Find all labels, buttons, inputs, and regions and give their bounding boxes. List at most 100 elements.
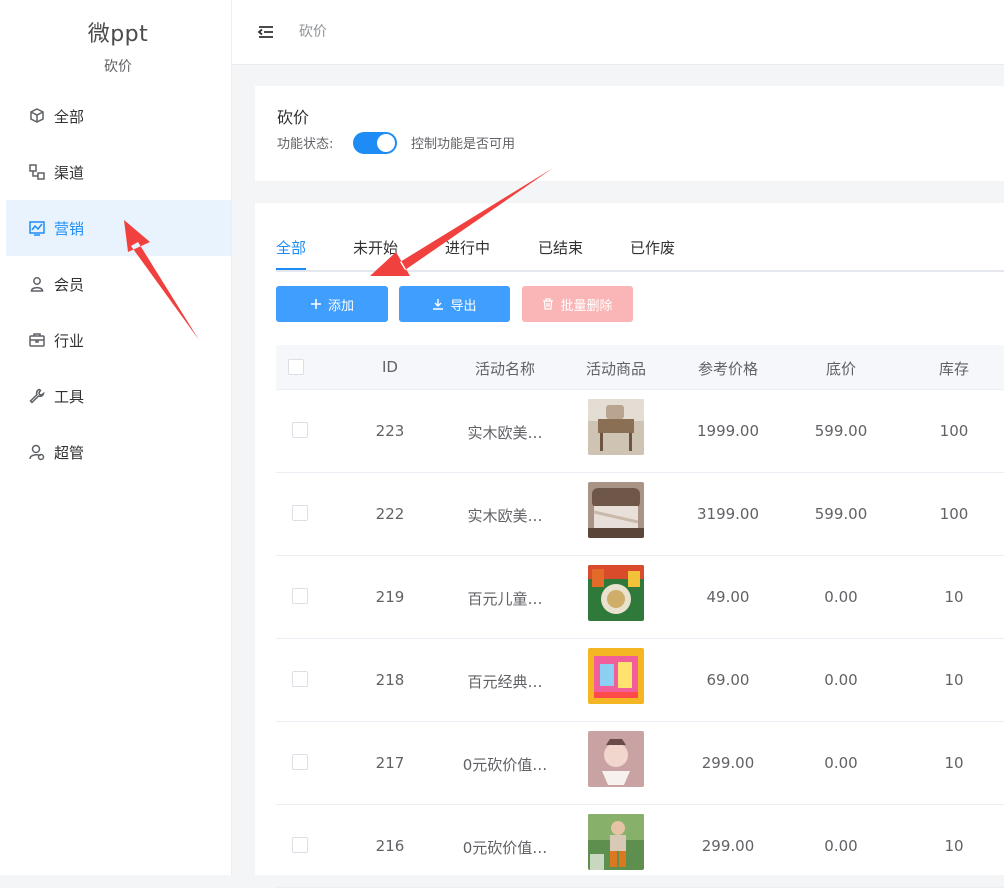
cell-activity-name: 实木欧美… [467, 507, 543, 525]
cell-stock: 100 [939, 505, 969, 523]
export-button-label: 导出 [450, 298, 477, 314]
cell-activity-name: 0元砍价值… [462, 839, 548, 857]
product-thumbnail[interactable] [588, 814, 644, 870]
add-button[interactable]: 添加 [276, 286, 388, 322]
user-icon [28, 275, 46, 293]
sidebar-item-industry[interactable]: 行业 [6, 312, 231, 368]
row-checkbox[interactable] [292, 505, 308, 521]
table-row: 223 实木欧美… 1999.00 599.00 100 [276, 390, 1004, 473]
product-thumbnail[interactable] [588, 399, 644, 455]
cell-stock: 10 [944, 754, 964, 772]
tab-not-started[interactable]: 未开始 [353, 237, 398, 268]
menu-fold-icon[interactable] [256, 22, 276, 42]
cell-floor-price: 599.00 [814, 422, 868, 440]
select-all-checkbox[interactable] [288, 359, 304, 375]
table-row: 219 百元儿童… 49.00 0.00 10 [276, 556, 1004, 639]
status-label: 功能状态: [277, 137, 334, 152]
sidebar-item-member[interactable]: 会员 [6, 256, 231, 312]
row-checkbox[interactable] [292, 837, 308, 853]
channel-icon [28, 163, 46, 181]
column-header-product: 活动商品 [585, 360, 646, 378]
column-header-stock: 库存 [938, 360, 969, 378]
top-header: 砍价 [232, 0, 1004, 65]
sidebar-item-label: 全部 [54, 107, 85, 126]
cell-reference-price: 3199.00 [696, 505, 760, 523]
sidebar-item-label: 行业 [54, 331, 85, 350]
status-card: 砍价 功能状态: 控制功能是否可用 [255, 86, 1004, 181]
column-header-price: 参考价格 [697, 360, 758, 378]
feature-toggle[interactable] [353, 132, 397, 154]
cell-reference-price: 299.00 [701, 837, 755, 855]
sidebar-nav: 全部 渠道 营销 会员 行业 工具 超管 [6, 88, 231, 480]
batch-delete-button[interactable]: 批量删除 [522, 286, 633, 322]
cell-activity-name: 实木欧美… [467, 424, 543, 442]
list-card: 全部 未开始 进行中 已结束 已作废 添加 导出 批量删除 ID 活动名称 活动… [255, 203, 1004, 888]
export-button[interactable]: 导出 [399, 286, 510, 322]
toggle-description: 控制功能是否可用 [411, 137, 516, 152]
product-thumbnail[interactable] [588, 482, 644, 538]
row-checkbox[interactable] [292, 754, 308, 770]
column-header-id: ID [382, 358, 398, 376]
cell-reference-price: 69.00 [706, 671, 750, 689]
tab-ended[interactable]: 已结束 [538, 237, 583, 268]
cell-floor-price: 599.00 [814, 505, 868, 523]
table-row: 216 0元砍价值… 299.00 0.00 10 [276, 805, 1004, 888]
plus-icon [310, 298, 322, 310]
row-checkbox[interactable] [292, 671, 308, 687]
cell-id: 219 [375, 588, 405, 606]
product-thumbnail[interactable] [588, 648, 644, 704]
tab-voided[interactable]: 已作废 [630, 237, 675, 268]
sidebar: 微ppt 砍价 全部 渠道 营销 会员 行业 工具 超管 [0, 0, 232, 875]
tab-all[interactable]: 全部 [276, 237, 307, 270]
trash-icon [542, 298, 554, 310]
row-checkbox[interactable] [292, 588, 308, 604]
cell-floor-price: 0.00 [824, 588, 858, 606]
breadcrumb[interactable]: 砍价 [299, 21, 327, 41]
column-header-name: 活动名称 [474, 360, 535, 378]
cell-id: 218 [375, 671, 405, 689]
download-icon [432, 298, 444, 310]
table-row: 218 百元经典… 69.00 0.00 10 [276, 639, 1004, 722]
cell-floor-price: 0.00 [824, 754, 858, 772]
column-header-floor-price: 底价 [825, 360, 856, 378]
cell-stock: 10 [944, 837, 964, 855]
sidebar-item-label: 渠道 [54, 163, 85, 182]
brand-name: 微ppt [87, 22, 149, 47]
row-checkbox[interactable] [292, 422, 308, 438]
cell-stock: 10 [944, 671, 964, 689]
cube-icon [28, 107, 46, 125]
toggle-knob [377, 134, 395, 152]
cell-stock: 100 [939, 422, 969, 440]
sidebar-item-label: 会员 [54, 275, 85, 294]
product-thumbnail[interactable] [588, 565, 644, 621]
cell-reference-price: 1999.00 [696, 422, 760, 440]
add-button-label: 添加 [327, 298, 354, 314]
sidebar-item-marketing[interactable]: 营销 [6, 200, 231, 256]
sidebar-item-superadmin[interactable]: 超管 [6, 424, 231, 480]
wrench-icon [28, 387, 46, 405]
cell-floor-price: 0.00 [824, 837, 858, 855]
activity-table: ID 活动名称 活动商品 参考价格 底价 库存 223 实木欧美… 1999.00 5… [276, 345, 1004, 888]
sidebar-item-tools[interactable]: 工具 [6, 368, 231, 424]
status-tabs: 全部 未开始 进行中 已结束 已作废 [276, 237, 1004, 272]
cell-id: 216 [375, 837, 405, 855]
cell-id: 217 [375, 754, 405, 772]
briefcase-icon [28, 331, 46, 349]
cell-reference-price: 49.00 [706, 588, 750, 606]
cell-activity-name: 0元砍价值… [462, 756, 548, 774]
brand-subtitle: 砍价 [104, 59, 132, 75]
cell-activity-name: 百元儿童… [467, 590, 543, 608]
product-thumbnail[interactable] [588, 731, 644, 787]
sidebar-item-all[interactable]: 全部 [6, 88, 231, 144]
table-row: 222 实木欧美… 3199.00 599.00 100 [276, 473, 1004, 556]
sidebar-item-label: 工具 [54, 387, 85, 406]
sidebar-item-channel[interactable]: 渠道 [6, 144, 231, 200]
cell-floor-price: 0.00 [824, 671, 858, 689]
sidebar-item-label: 超管 [54, 443, 85, 462]
chart-icon [28, 219, 46, 237]
tab-in-progress[interactable]: 进行中 [445, 237, 490, 268]
cell-reference-price: 299.00 [701, 754, 755, 772]
table-body: 223 实木欧美… 1999.00 599.00 100 222 实木欧美… 3199.00 5… [276, 390, 1004, 888]
sidebar-item-label: 营销 [54, 219, 85, 238]
batch-delete-label: 批量删除 [560, 298, 613, 314]
